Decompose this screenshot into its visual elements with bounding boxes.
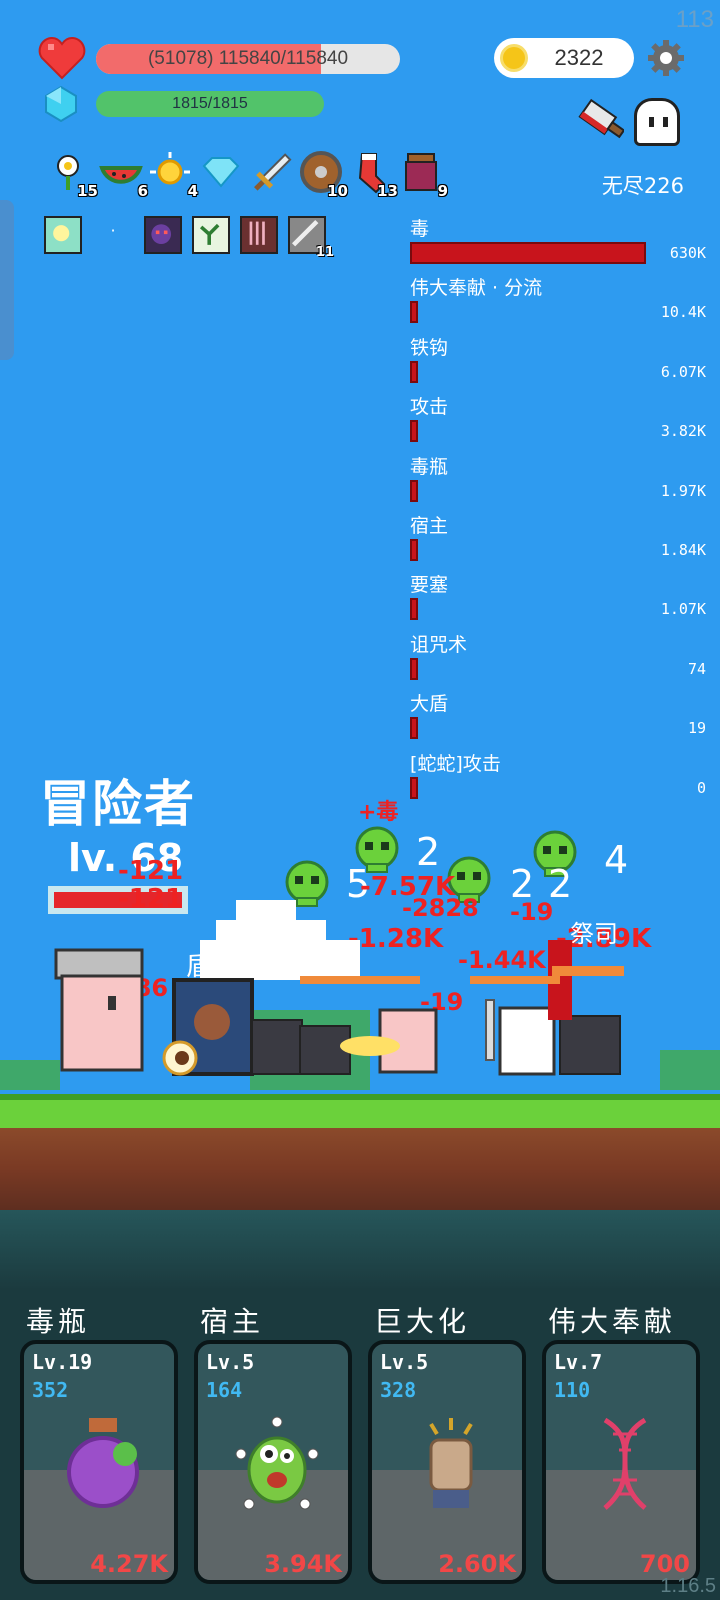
skill-card-poison-bottle[interactable]: Lv.19 352 4.27K [20,1340,178,1584]
damage-stat-name: 大盾 [410,693,449,716]
damage-stat-bar [410,360,418,383]
sprout-buff-icon[interactable] [192,216,230,254]
damage-stat-bar [410,242,646,264]
adventurer-name: 冒险者 [40,775,196,833]
jam-jar-icon[interactable]: 9 [398,150,448,200]
battle-scene [0,900,720,1090]
grass-ground [0,1094,720,1128]
skill-level: Lv.5 [380,1350,429,1374]
damage-stat-name: 宿主 [410,515,449,537]
skill-card-great-devotion[interactable]: Lv.7 110 700 [542,1340,700,1584]
damage-number: -121 [118,856,184,886]
virus-monster-icon [235,1416,319,1510]
damage-stat-value: 74 [687,659,706,678]
sun-icon[interactable]: 4 [148,150,198,200]
skill-cost: 2.60K [438,1550,516,1578]
damage-stat-name: 毒 [410,218,430,240]
skill-value: 110 [554,1378,591,1402]
mana-crystal-icon [45,86,77,122]
claw-buff-icon[interactable] [240,216,278,254]
skill-value: 352 [32,1378,69,1402]
damage-stat-bar [410,717,418,740]
skill-title: 巨大化 [374,1305,471,1338]
water-strip [0,1210,720,1290]
damage-stat-bar [410,420,418,443]
skill-cost: 700 [639,1550,690,1578]
skill-title: 毒瓶 [26,1305,91,1338]
damage-stat-value: 0 [696,778,706,797]
shield-round-icon[interactable]: 10 [298,150,348,200]
dirt-ground [0,1128,720,1210]
skill-level: Lv.5 [206,1350,255,1374]
damage-stat-bar [410,776,418,799]
skill-cost: 3.94K [264,1550,342,1578]
skill-card-host[interactable]: Lv.5 164 3.94K [194,1340,352,1584]
diamond-icon[interactable] [198,150,244,196]
coin-icon [500,44,528,72]
version-label: 1.16.5 [660,1575,716,1597]
damage-stat-name: 攻击 [410,396,449,419]
damage-stat-name: 铁钩 [410,336,449,359]
damage-stat-name: [蛇蛇]攻击 [410,752,501,775]
damage-stat-bar [410,657,418,680]
coin-counter: 2322 [494,38,634,78]
ghost-icon[interactable] [634,98,680,146]
buff-bar: · 11 [44,216,334,260]
skill-level: Lv.19 [32,1350,93,1374]
side-drawer-tab[interactable] [0,200,14,360]
damage-stat-bar [410,598,418,621]
blade-buff-icon[interactable]: 11 [288,216,334,260]
damage-stat-name: 要塞 [410,574,449,597]
heart-icon [38,36,86,80]
buff-separator: · [110,221,116,240]
light-buff-icon[interactable] [44,216,82,254]
sword-icon[interactable] [248,150,294,196]
skill-value: 328 [380,1378,417,1402]
damage-stat-value: 630K [669,244,706,262]
flower-icon[interactable]: 15 [48,150,98,200]
damage-stat-bar [410,301,418,324]
damage-stat-value: 3.82K [660,422,706,441]
gear-icon[interactable] [646,38,686,78]
coin-amount: 2322 [554,45,604,70]
sock-icon[interactable]: 13 [348,150,398,200]
item-inventory: 15 6 4 10 13 9 [48,150,448,200]
dna-icon [603,1417,647,1510]
watermelon-icon[interactable]: 6 [98,150,148,200]
skull-count: 4 [604,838,629,882]
skill-title: 伟大奉献 [548,1305,677,1338]
endless-mode-label: 无尽226 [601,174,684,198]
hp-text: (51078) 115840/115840 [147,48,349,69]
skill-card-gigantify[interactable]: Lv.5 328 2.60K [368,1340,526,1584]
damage-stat-name: 伟大奉献 · 分流 [410,277,543,300]
hp-bar: (51078) 115840/115840 [96,44,400,74]
damage-stat-value: 1.97K [660,481,706,500]
damage-stat-name: 诅咒术 [410,633,468,656]
damage-stat-value: 10.4K [660,303,706,322]
damage-stat-value: 19 [687,719,706,738]
mp-text: 1815/1815 [172,95,248,112]
damage-stat-value: 1.07K [660,600,706,619]
damage-stat-bar [410,539,418,561]
damage-stat-value: 1.84K [660,541,706,559]
fist-icon [429,1418,473,1508]
skill-title: 宿主 [200,1305,265,1338]
fps-counter: 113 [675,6,714,33]
skill-value: 164 [206,1378,243,1402]
damage-stat-value: 6.07K [660,362,706,381]
skill-level: Lv.7 [554,1350,603,1374]
mp-bar: 1815/1815 [96,91,324,117]
damage-stat-bar [410,479,418,502]
cleaver-icon[interactable] [572,98,624,146]
damage-stat-name: 毒瓶 [410,455,449,478]
poison-bottle-icon [67,1418,139,1508]
dark-beast-buff-icon[interactable] [144,216,182,254]
skull-count: 2 [416,830,441,874]
poison-label: +毒 [358,800,399,825]
skill-cost: 4.27K [90,1550,168,1578]
